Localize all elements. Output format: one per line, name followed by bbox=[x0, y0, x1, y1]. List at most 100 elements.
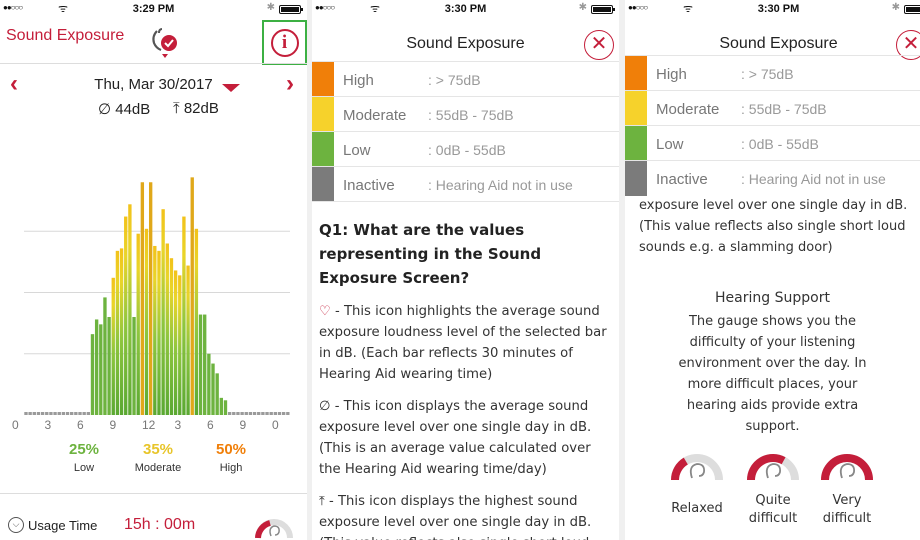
legend-inactive: Inactive: Hearing Aid not in use bbox=[625, 161, 920, 196]
usage-time-label: Usage Time bbox=[28, 518, 98, 533]
chart-bar[interactable] bbox=[82, 412, 86, 415]
chart-bar[interactable] bbox=[269, 412, 273, 415]
chart-bar[interactable] bbox=[252, 412, 257, 415]
date-label[interactable]: Thu, Mar 30/2017 bbox=[0, 76, 307, 93]
chart-bar[interactable] bbox=[148, 182, 153, 415]
chart-bar[interactable] bbox=[173, 270, 178, 415]
chart-bar[interactable] bbox=[198, 314, 203, 415]
chart-bar[interactable] bbox=[57, 412, 61, 415]
chart-bar[interactable] bbox=[107, 317, 111, 415]
status-bar: ●●○○○ ᯤ 3:29 PM ✱ bbox=[0, 0, 307, 18]
faq-content: Q1: What are the values representing in … bbox=[319, 218, 613, 540]
chart-bar[interactable] bbox=[132, 317, 136, 415]
chart-bar[interactable] bbox=[203, 314, 207, 415]
chart-bar[interactable] bbox=[45, 412, 49, 415]
chart-bar[interactable] bbox=[211, 363, 215, 415]
chart-bar[interactable] bbox=[265, 412, 269, 415]
info-button[interactable]: i bbox=[262, 20, 307, 65]
close-button[interactable]: ✕ bbox=[584, 30, 614, 60]
chart-bar[interactable] bbox=[194, 228, 199, 415]
chart-bar[interactable] bbox=[136, 233, 140, 415]
chart-bar[interactable] bbox=[28, 412, 32, 415]
chart-bar[interactable] bbox=[94, 319, 99, 415]
chart-bar[interactable] bbox=[215, 373, 219, 415]
chart-bar[interactable] bbox=[128, 204, 132, 415]
chart-bar[interactable] bbox=[261, 412, 265, 415]
chart-bar[interactable] bbox=[227, 412, 232, 415]
chart-bar[interactable] bbox=[244, 412, 248, 415]
chart-bar[interactable] bbox=[24, 412, 28, 415]
chart-bar[interactable] bbox=[248, 412, 253, 415]
low-swatch bbox=[312, 132, 334, 166]
chart-bar[interactable] bbox=[273, 412, 278, 415]
chart-bar[interactable] bbox=[36, 412, 41, 415]
x-tick-label: 0 bbox=[272, 418, 279, 432]
moderate-swatch bbox=[312, 97, 334, 131]
chart-bar[interactable] bbox=[190, 177, 194, 415]
chart-bar[interactable] bbox=[277, 412, 282, 415]
legend-inactive: Inactive: Hearing Aid not in use bbox=[312, 167, 619, 202]
chart-bar[interactable] bbox=[86, 412, 90, 415]
low-percentage: 25% bbox=[68, 441, 100, 458]
chart-bar[interactable] bbox=[111, 277, 115, 415]
chart-bar[interactable] bbox=[74, 412, 78, 415]
chart-bar[interactable] bbox=[115, 250, 120, 415]
legend-range: : 55dB - 75dB bbox=[741, 101, 827, 117]
chart-bar[interactable] bbox=[236, 412, 240, 415]
chart-bar[interactable] bbox=[49, 412, 53, 415]
chart-bar[interactable] bbox=[157, 250, 161, 415]
chart-bar[interactable] bbox=[178, 275, 182, 415]
moderate-swatch bbox=[625, 91, 647, 125]
hearing-gauge-icon[interactable] bbox=[252, 510, 296, 540]
chart-bar[interactable] bbox=[257, 412, 261, 415]
date-dropdown-icon[interactable] bbox=[222, 84, 240, 92]
chart-bar[interactable] bbox=[144, 228, 149, 415]
chart-bar[interactable] bbox=[207, 353, 211, 415]
high-swatch bbox=[625, 56, 647, 90]
usage-time-value: 15h : 00m bbox=[124, 516, 196, 533]
chart-bar[interactable] bbox=[240, 412, 244, 415]
chart-bar[interactable] bbox=[70, 412, 74, 415]
inactive-swatch bbox=[312, 167, 334, 201]
legend-range: : 0dB - 55dB bbox=[428, 142, 506, 158]
app-title: Sound Exposure bbox=[6, 27, 125, 44]
chart-bar[interactable] bbox=[99, 324, 103, 415]
chart-bar[interactable] bbox=[90, 334, 95, 415]
average-icon: ∅ bbox=[319, 399, 331, 414]
chart-bar[interactable] bbox=[182, 216, 186, 415]
faq-answer-pin: ♡ - This icon highlights the average sou… bbox=[319, 301, 613, 385]
chart-bar[interactable] bbox=[53, 412, 57, 415]
info-icon: i bbox=[270, 28, 299, 57]
chart-bar[interactable] bbox=[140, 182, 145, 415]
next-day-arrow-icon[interactable]: › bbox=[286, 70, 294, 98]
chart-bar[interactable] bbox=[219, 397, 223, 415]
legend-name: Inactive bbox=[656, 171, 708, 188]
legend-moderate: Moderate: 55dB - 75dB bbox=[625, 91, 920, 126]
legend-range: : 55dB - 75dB bbox=[428, 107, 514, 123]
hearing-support-description: The gauge shows you the difficulty of yo… bbox=[678, 314, 867, 434]
chart-bar[interactable] bbox=[32, 412, 36, 415]
gauge-label: Quite difficult bbox=[748, 493, 798, 526]
chart-bar[interactable] bbox=[281, 412, 286, 415]
chart-bar[interactable] bbox=[286, 412, 290, 415]
legend-high: High: > 75dB bbox=[625, 56, 920, 91]
chart-bar[interactable] bbox=[103, 297, 107, 415]
x-tick-label: 9 bbox=[239, 418, 247, 432]
chart-bar[interactable] bbox=[119, 248, 124, 415]
chart-bar[interactable] bbox=[232, 412, 236, 415]
chart-bar[interactable] bbox=[61, 412, 66, 415]
chart-bar[interactable] bbox=[40, 412, 45, 415]
chart-bar[interactable] bbox=[186, 265, 190, 415]
gauge-item: Relaxed bbox=[667, 446, 727, 518]
chart-bar[interactable] bbox=[169, 258, 174, 415]
hearing-support-section: Hearing Support The gauge shows you the … bbox=[625, 290, 920, 437]
chart-bar[interactable] bbox=[153, 245, 157, 415]
sound-exposure-chart[interactable] bbox=[24, 160, 290, 422]
chart-bar[interactable] bbox=[65, 412, 70, 415]
chart-bar[interactable] bbox=[124, 216, 128, 415]
chart-bar[interactable] bbox=[161, 209, 165, 415]
chart-bar[interactable] bbox=[223, 400, 228, 415]
chart-bar[interactable] bbox=[78, 412, 82, 415]
sound-exposure-logo-icon[interactable] bbox=[148, 24, 182, 58]
chart-bar[interactable] bbox=[165, 243, 169, 416]
